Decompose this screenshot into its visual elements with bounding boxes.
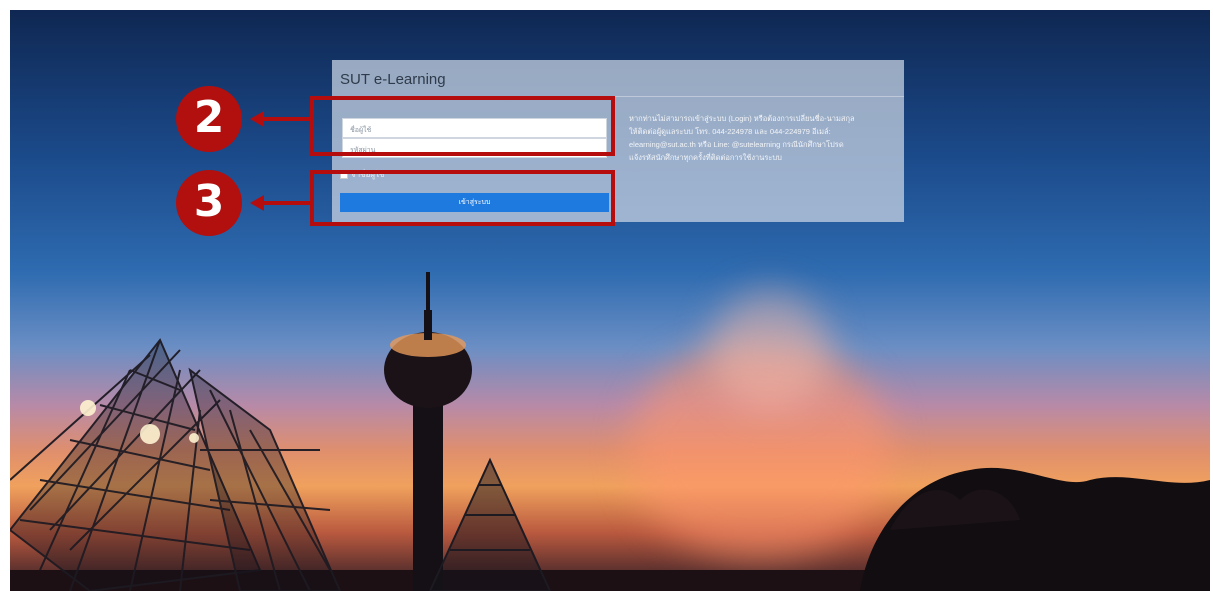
step-3-badge: 3 [176,170,242,236]
step-2-arrow-icon [250,111,264,127]
help-line: ให้ติดต่อผู้ดูแลระบบ โทร. 044-224978 และ… [629,127,831,136]
panel-title: SUT e-Learning [340,71,446,88]
highlight-login-button [310,170,615,226]
help-line: elearning@sut.ac.th หรือ Line: @sutelear… [629,140,844,149]
help-text: หากท่านไม่สามารถเข้าสู่ระบบ (Login) หรือ… [629,112,899,164]
help-line: แจ้งรหัสนักศึกษาทุกครั้งที่ติดต่อการใช้ง… [629,153,782,162]
step-2-arrow-line [262,117,310,121]
step-3-arrow-icon [250,195,264,211]
help-line: หากท่านไม่สามารถเข้าสู่ระบบ (Login) หรือ… [629,114,855,123]
step-3-arrow-line [262,201,310,205]
highlight-credentials [310,96,615,156]
step-2-badge: 2 [176,86,242,152]
